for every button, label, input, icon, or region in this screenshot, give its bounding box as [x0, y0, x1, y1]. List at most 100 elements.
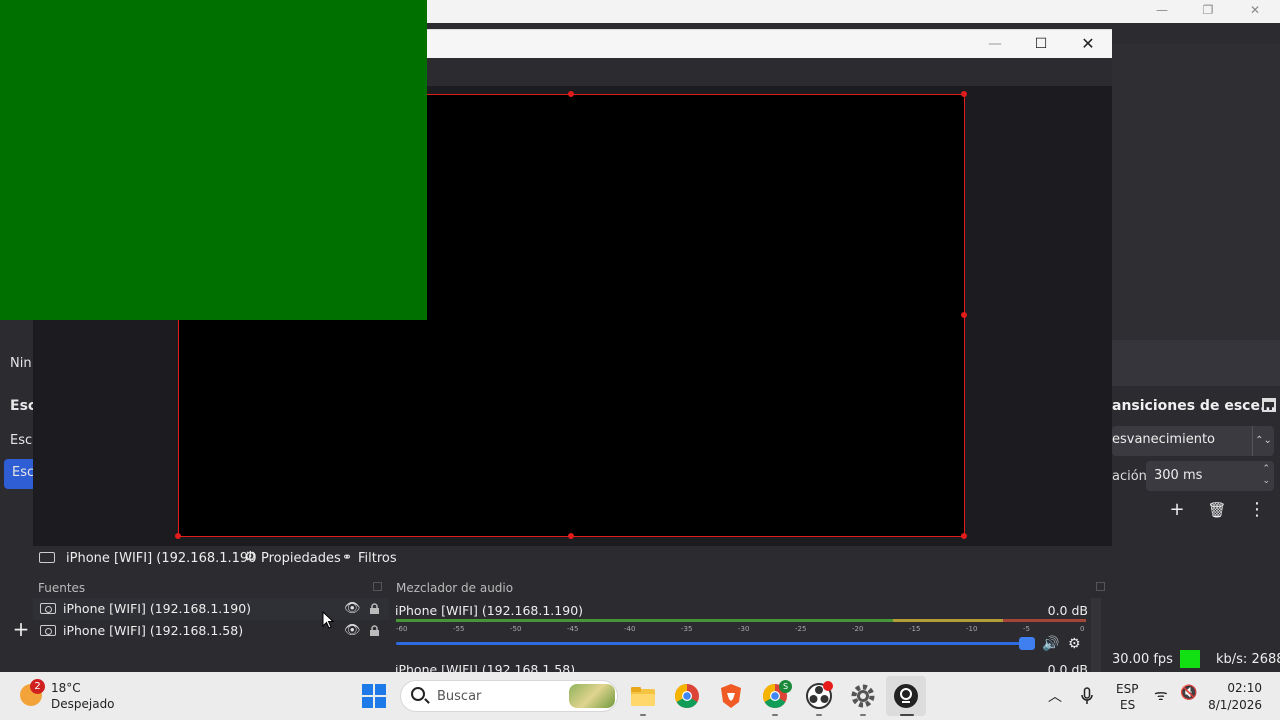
maximize-icon[interactable]: ☐: [1030, 34, 1052, 54]
transitions-dock: ansiciones de esce... esvanecimiento ⌃⌄ …: [1112, 390, 1280, 530]
language-top[interactable]: ESP: [1116, 682, 1138, 696]
file-explorer-icon[interactable]: [629, 682, 657, 710]
bitrate-readout: kb/s: 2688: [1216, 652, 1280, 667]
profile-badge: S: [779, 680, 792, 693]
resize-handle[interactable]: [961, 312, 967, 318]
right-panel: [1112, 44, 1280, 340]
visibility-eye-icon[interactable]: 👁: [344, 601, 361, 616]
source-item[interactable]: iPhone [WIFI] (192.168.1.190) 👁: [33, 598, 389, 620]
gear-icon[interactable]: ⚙: [1068, 636, 1081, 652]
transition-menu-button[interactable]: ⋮: [1242, 498, 1272, 522]
visibility-eye-icon[interactable]: 👁: [344, 623, 361, 638]
undock-icon[interactable]: [373, 582, 382, 591]
search-placeholder: Buscar: [437, 689, 482, 704]
resize-handle[interactable]: [961, 533, 967, 539]
remove-transition-button[interactable]: 🗑: [1202, 498, 1232, 522]
search-icon: [411, 687, 425, 701]
tick-label: 0: [1080, 625, 1085, 633]
weather-temperature[interactable]: 18°C: [51, 681, 81, 695]
language-bottom[interactable]: ES: [1120, 698, 1135, 712]
source-label: iPhone [WIFI] (192.168.1.58): [63, 623, 244, 638]
speaker-muted-icon[interactable]: 🔇: [1180, 685, 1197, 701]
projector-titlebar: — ☐ ✕: [427, 29, 1112, 58]
wifi-icon[interactable]: ᯤ: [1154, 685, 1168, 705]
mixer-channel-db: 0.0 dB: [1047, 603, 1088, 618]
source-item[interactable]: iPhone [WIFI] (192.168.1.58) 👁: [33, 620, 389, 642]
resize-handle[interactable]: [175, 533, 181, 539]
running-indicator: [900, 714, 914, 716]
undock-icon[interactable]: [1096, 582, 1105, 591]
chrome-icon[interactable]: [673, 682, 701, 710]
fps-readout: 30.00 fps: [1112, 652, 1173, 667]
green-window: [0, 0, 427, 320]
taskbar: 2 18°C Despejado Buscar S ︿ ESP ES ᯤ 🔇 0…: [0, 672, 1280, 720]
resize-handle[interactable]: [568, 91, 574, 97]
speaker-icon[interactable]: 🔊: [1042, 636, 1059, 652]
tick-label: -40: [624, 625, 636, 633]
close-icon[interactable]: ✕: [1245, 3, 1265, 19]
sources-dock: Fuentes iPhone [WIFI] (192.168.1.190) 👁 …: [33, 576, 389, 672]
brave-icon[interactable]: [717, 682, 745, 710]
filter-icon: ⚭: [342, 550, 353, 564]
windows-start-icon[interactable]: [362, 684, 386, 708]
clock[interactable]: 02:10 8/1/2026: [1202, 681, 1262, 712]
resize-handle[interactable]: [961, 91, 967, 97]
mixer-channel-db: 0.0 dB: [1048, 665, 1088, 672]
transition-type-value: esvanecimiento: [1112, 432, 1215, 447]
resize-handle[interactable]: [568, 533, 574, 539]
tick-label: -10: [966, 625, 978, 633]
tick-label: -30: [738, 625, 750, 633]
scene-item-selected-label[interactable]: Esc: [12, 465, 34, 480]
mixer-scrollbar[interactable]: [1091, 598, 1101, 672]
scene-item[interactable]: Esc: [10, 433, 32, 448]
running-indicator: [860, 714, 866, 716]
settings-icon[interactable]: [849, 682, 877, 710]
source-label: iPhone [WIFI] (192.168.1.190): [63, 601, 252, 616]
microphone-icon[interactable]: [1081, 687, 1093, 705]
tick-label: -20: [852, 625, 864, 633]
clock-date: 8/1/2026: [1208, 698, 1262, 712]
minimize-icon[interactable]: —: [984, 34, 1006, 54]
status-bar: 30.00 fps kb/s: 2688: [1112, 646, 1280, 672]
select-arrows-icon: ⌃⌄: [1252, 426, 1274, 456]
tick-label: -45: [567, 625, 579, 633]
undock-icon[interactable]: [1262, 398, 1276, 412]
webcam-app-icon[interactable]: [892, 682, 920, 710]
selected-source-name: iPhone [WIFI] (192.168.1.190: [66, 551, 257, 566]
close-icon[interactable]: ✕: [1077, 34, 1099, 54]
minimize-icon[interactable]: —: [1152, 3, 1172, 19]
volume-meter: [396, 619, 1086, 622]
camera-icon: [40, 603, 56, 614]
add-scene-button[interactable]: +: [8, 614, 34, 644]
chevron-up-icon[interactable]: ︿: [1048, 686, 1062, 706]
tick-label: -50: [510, 625, 522, 633]
plus-icon: +: [12, 617, 30, 641]
search-box[interactable]: Buscar: [400, 680, 618, 712]
mixer-title: Mezclador de audio: [396, 581, 514, 595]
lock-icon[interactable]: [369, 603, 380, 614]
tick-label: -5: [1023, 625, 1030, 633]
properties-button[interactable]: Propiedades: [261, 551, 341, 566]
clock-time: 02:10: [1227, 681, 1262, 695]
duration-value: 300 ms: [1154, 468, 1203, 483]
add-transition-button[interactable]: +: [1162, 498, 1192, 522]
recording-badge: [823, 681, 833, 691]
volume-slider[interactable]: [396, 642, 1034, 645]
transition-type-select[interactable]: esvanecimiento ⌃⌄: [1112, 426, 1274, 456]
mixer-channel-name: iPhone [WIFI] (192.168.1.58): [395, 665, 575, 672]
lock-icon[interactable]: [369, 625, 380, 636]
notification-badge: 2: [30, 679, 45, 694]
sources-title: Fuentes: [38, 581, 86, 595]
spinner-icon[interactable]: ⌃ ⌄: [1262, 463, 1270, 487]
gear-icon: ⚙: [244, 549, 257, 565]
restore-icon[interactable]: ❐: [1198, 3, 1218, 19]
running-indicator: [772, 714, 778, 716]
right-panel-strip: [1112, 340, 1280, 386]
duration-label: ación: [1112, 469, 1147, 484]
volume-slider-knob[interactable]: [1019, 637, 1035, 650]
duration-input[interactable]: 300 ms ⌃ ⌄: [1146, 461, 1274, 491]
tick-label: -55: [453, 625, 465, 633]
weather-description[interactable]: Despejado: [51, 697, 115, 711]
filters-button[interactable]: Filtros: [358, 551, 397, 566]
transitions-title: ansiciones de esce...: [1112, 398, 1276, 414]
